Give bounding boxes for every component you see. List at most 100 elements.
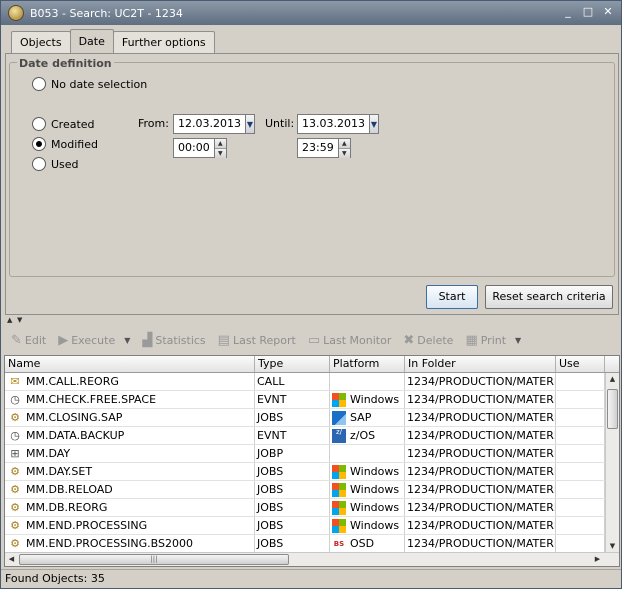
table-row[interactable]: ⚙ MM.END.PROCESSING JOBS Windows 1234/PRODUC… <box>5 517 605 535</box>
panel-splitter[interactable]: ▲ ▼ <box>5 316 619 325</box>
cell-use[interactable] <box>556 445 605 462</box>
cell-folder[interactable]: 1234/PRODUCTION/MATERI... <box>405 391 556 408</box>
until-time-value[interactable]: 23:59 <box>298 139 338 157</box>
from-time-spinner[interactable]: 00:00 ▲ ▼ <box>173 138 227 158</box>
cell-folder[interactable]: 1234/PRODUCTION/MATERI... <box>405 535 556 552</box>
column-header-use[interactable]: Use <box>556 356 605 372</box>
cell-name[interactable]: ✉ MM.CALL.REORG <box>5 373 255 390</box>
cell-use[interactable] <box>556 373 605 390</box>
cell-type[interactable]: EVNT <box>255 391 330 408</box>
cell-type[interactable]: JOBS <box>255 535 330 552</box>
cell-platform[interactable]: Windows <box>330 499 405 516</box>
table-row[interactable]: ⚙ MM.DAY.SET JOBS Windows 1234/PRODUCTION/MA… <box>5 463 605 481</box>
cell-name[interactable]: ⚙ MM.END.PROCESSING.BS2000 <box>5 535 255 552</box>
cell-platform[interactable]: z/z/OS <box>330 427 405 444</box>
chevron-down-icon[interactable]: ▼ <box>244 115 254 133</box>
table-row[interactable]: ◷ MM.DATA.BACKUP EVNT z/z/OS 1234/PRODUCTION… <box>5 427 605 445</box>
edit-button[interactable]: ✎ Edit <box>11 333 46 348</box>
cell-platform[interactable] <box>330 373 405 390</box>
cell-name[interactable]: ◷ MM.DATA.BACKUP <box>5 427 255 444</box>
cell-use[interactable] <box>556 535 605 552</box>
tab-further-options[interactable]: Further options <box>112 31 215 53</box>
cell-name[interactable]: ⚙ MM.END.PROCESSING <box>5 517 255 534</box>
spin-down-icon[interactable]: ▼ <box>214 148 226 158</box>
cell-platform[interactable]: BS OSD <box>330 535 405 552</box>
vertical-scrollbar[interactable]: ▲ ▼ <box>605 373 619 553</box>
cell-type[interactable]: JOBS <box>255 481 330 498</box>
cell-use[interactable] <box>556 481 605 498</box>
cell-name[interactable]: ⚙ MM.DAY.SET <box>5 463 255 480</box>
scroll-thumb[interactable]: ||| <box>19 554 289 565</box>
scroll-thumb[interactable] <box>607 389 618 429</box>
until-date-picker[interactable]: 13.03.2013 ▼ <box>297 114 379 134</box>
delete-button[interactable]: ✖ Delete <box>403 333 453 348</box>
print-button[interactable]: ▦ Print ▼ <box>465 333 521 348</box>
scroll-right-icon[interactable]: ▶ <box>591 553 604 566</box>
cell-type[interactable]: JOBS <box>255 409 330 426</box>
cell-platform[interactable]: Windows <box>330 463 405 480</box>
cell-use[interactable] <box>556 517 605 534</box>
table-row[interactable]: ✉ MM.CALL.REORG CALL 1234/PRODUCTION/MATERI… <box>5 373 605 391</box>
cell-name[interactable]: ⊞ MM.DAY <box>5 445 255 462</box>
horizontal-scrollbar[interactable]: ◀ ||| ▶ <box>5 552 619 566</box>
splitter-up-icon[interactable]: ▲ <box>7 316 12 324</box>
cell-name[interactable]: ⚙ MM.CLOSING.SAP <box>5 409 255 426</box>
last-monitor-button[interactable]: ▭ Last Monitor <box>308 333 392 348</box>
radio-button[interactable] <box>32 157 46 171</box>
cell-folder[interactable]: 1234/PRODUCTION/MATERI... <box>405 427 556 444</box>
table-row[interactable]: ⚙ MM.DB.RELOAD JOBS Windows 1234/PRODUCTION/… <box>5 481 605 499</box>
cell-use[interactable] <box>556 391 605 408</box>
chevron-down-icon[interactable]: ▼ <box>124 336 130 345</box>
radio-used[interactable]: Used <box>32 157 79 171</box>
execute-button[interactable]: ▶ Execute ▼ <box>58 333 130 348</box>
cell-use[interactable] <box>556 463 605 480</box>
cell-type[interactable]: JOBS <box>255 463 330 480</box>
spinner-arrows[interactable]: ▲ ▼ <box>213 139 226 158</box>
radio-created[interactable]: Created <box>32 117 95 131</box>
cell-platform[interactable] <box>330 445 405 462</box>
spin-up-icon[interactable]: ▲ <box>214 139 226 148</box>
column-header-type[interactable]: Type <box>255 356 330 372</box>
last-report-button[interactable]: ▤ Last Report <box>218 333 296 348</box>
title-bar[interactable]: B053 - Search: UC2T - 1234 _ □ ✕ <box>1 1 621 25</box>
cell-platform[interactable]: SAP <box>330 409 405 426</box>
spin-down-icon[interactable]: ▼ <box>338 148 350 158</box>
cell-platform[interactable]: Windows <box>330 391 405 408</box>
cell-folder[interactable]: 1234/PRODUCTION/MATERI... <box>405 517 556 534</box>
cell-type[interactable]: JOBS <box>255 499 330 516</box>
cell-folder[interactable]: 1234/PRODUCTION/MATERI... <box>405 409 556 426</box>
column-header-name[interactable]: Name <box>5 356 255 372</box>
cell-use[interactable] <box>556 409 605 426</box>
minimize-icon[interactable]: _ <box>561 5 575 19</box>
cell-use[interactable] <box>556 427 605 444</box>
cell-type[interactable]: CALL <box>255 373 330 390</box>
table-row[interactable]: ⚙ MM.END.PROCESSING.BS2000 JOBS BS OSD 1234/P… <box>5 535 605 553</box>
table-row[interactable]: ⊞ MM.DAY JOBP 1234/PRODUCTION/MATERI... <box>5 445 605 463</box>
chevron-down-icon[interactable]: ▼ <box>368 115 378 133</box>
cell-folder[interactable]: 1234/PRODUCTION/MATERI... <box>405 481 556 498</box>
start-button[interactable]: Start <box>426 285 478 309</box>
cell-type[interactable]: JOBP <box>255 445 330 462</box>
until-date-value[interactable]: 13.03.2013 <box>298 115 369 133</box>
cell-type[interactable]: EVNT <box>255 427 330 444</box>
column-header-platform[interactable]: Platform <box>330 356 405 372</box>
reset-search-criteria-button[interactable]: Reset search criteria <box>485 285 613 309</box>
radio-button[interactable] <box>32 77 46 91</box>
table-row[interactable]: ◷ MM.CHECK.FREE.SPACE EVNT Windows 1234/PROD… <box>5 391 605 409</box>
cell-platform[interactable]: Windows <box>330 517 405 534</box>
cell-folder[interactable]: 1234/PRODUCTION/MATERI... <box>405 373 556 390</box>
spin-up-icon[interactable]: ▲ <box>338 139 350 148</box>
spinner-arrows[interactable]: ▲ ▼ <box>337 139 350 158</box>
scroll-left-icon[interactable]: ◀ <box>5 553 18 566</box>
close-icon[interactable]: ✕ <box>601 5 615 19</box>
cell-folder[interactable]: 1234/PRODUCTION/MATERI... <box>405 499 556 516</box>
from-time-value[interactable]: 00:00 <box>174 139 214 157</box>
radio-modified[interactable]: Modified <box>32 137 98 151</box>
cell-name[interactable]: ◷ MM.CHECK.FREE.SPACE <box>5 391 255 408</box>
tab-objects[interactable]: Objects <box>11 31 71 53</box>
statistics-button[interactable]: ▟ Statistics <box>142 333 205 348</box>
radio-button[interactable] <box>32 117 46 131</box>
radio-button[interactable] <box>32 137 46 151</box>
cell-folder[interactable]: 1234/PRODUCTION/MATERI... <box>405 445 556 462</box>
table-row[interactable]: ⚙ MM.CLOSING.SAP JOBS SAP 1234/PRODUCTION/MA… <box>5 409 605 427</box>
